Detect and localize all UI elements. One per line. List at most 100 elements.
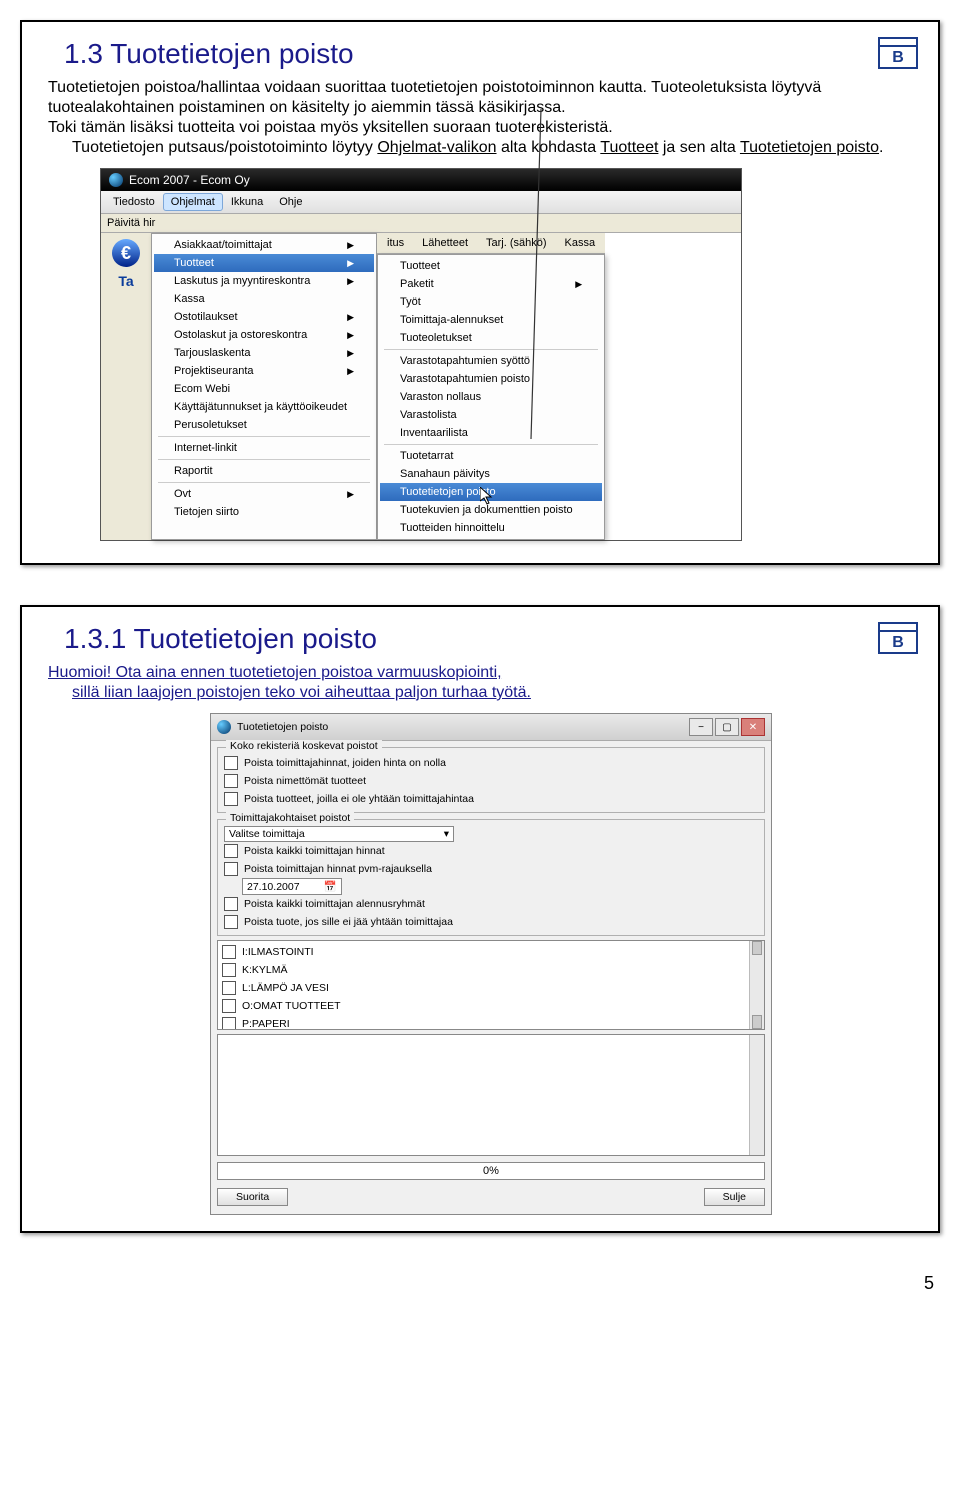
menu-item[interactable]: Ecom Webi: [154, 380, 374, 398]
submenu-item[interactable]: Tuotetarrat: [380, 447, 602, 465]
menu-separator: [158, 482, 370, 483]
submenu-item[interactable]: Inventaarilista: [380, 424, 602, 442]
calendar-icon: 📅: [324, 880, 337, 893]
menu-item[interactable]: Kassa: [154, 290, 374, 308]
scrollbar[interactable]: [749, 1035, 764, 1155]
pointer-line: [541, 109, 543, 439]
checkbox[interactable]: [222, 1017, 236, 1030]
minimize-button[interactable]: −: [689, 718, 713, 736]
checkbox-row[interactable]: Poista tuote, jos sille ei jää yhtään to…: [224, 913, 758, 931]
checkbox[interactable]: [224, 774, 238, 788]
slide2-title: 1.3.1 Tuotetietojen poisto: [64, 623, 377, 655]
window-buttons: − ▢ ✕: [689, 718, 765, 736]
menu-item[interactable]: Laskutus ja myyntireskontra▶: [154, 272, 374, 290]
svg-text:B: B: [892, 634, 904, 651]
list-item[interactable]: K:KYLMÄ: [222, 961, 760, 979]
checkbox[interactable]: [224, 862, 238, 876]
category-listbox[interactable]: I:ILMASTOINTI K:KYLMÄ L:LÄMPÖ JA VESI O:…: [217, 940, 765, 1030]
menu-item-tuotteet[interactable]: Tuotteet▶: [154, 254, 374, 272]
submenu-item[interactable]: Varaston nollaus: [380, 388, 602, 406]
warning-line2: sillä liian laajojen poistojen teko voi …: [72, 683, 912, 703]
checkbox-row[interactable]: Poista tuotteet, joilla ei ole yhtään to…: [224, 790, 758, 808]
checkbox[interactable]: [224, 844, 238, 858]
checkbox-row[interactable]: Poista toimittajan hinnat pvm-rajauksell…: [224, 860, 758, 878]
checkbox[interactable]: [224, 756, 238, 770]
checkbox[interactable]: [224, 915, 238, 929]
group-title: Toimittajakohtaiset poistot: [226, 812, 354, 824]
checkbox-row[interactable]: Poista kaikki toimittajan alennusryhmät: [224, 895, 758, 913]
submenu-item[interactable]: Varastotapahtumien syöttö: [380, 352, 602, 370]
list-item[interactable]: O:OMAT TUOTTEET: [222, 997, 760, 1015]
checkbox[interactable]: [222, 981, 236, 995]
slide2-header: 1.3.1 Tuotetietojen poisto B: [40, 619, 920, 663]
chevron-right-icon: ▶: [347, 330, 354, 341]
group-title: Koko rekisteriä koskevat poistot: [226, 740, 382, 752]
list-item[interactable]: L:LÄMPÖ JA VESI: [222, 979, 760, 997]
menu-separator: [158, 436, 370, 437]
menu-item[interactable]: Ostolaskut ja ostoreskontra▶: [154, 326, 374, 344]
warning-line1: Huomioi! Ota aina ennen tuotetietojen po…: [48, 663, 912, 683]
menu-ohje[interactable]: Ohje: [271, 193, 310, 211]
menu-item[interactable]: Raportit: [154, 462, 374, 480]
menu-item[interactable]: Ostotilaukset▶: [154, 308, 374, 326]
app-icon: [109, 173, 123, 187]
menu-item[interactable]: Tarjouslaskenta▶: [154, 344, 374, 362]
left-icons: € Ta: [101, 233, 151, 540]
scrollbar[interactable]: [749, 941, 764, 1029]
menu-item[interactable]: Asiakkaat/toimittajat▶: [154, 236, 374, 254]
list-item[interactable]: I:ILMASTOINTI: [222, 943, 760, 961]
menu-item[interactable]: Projektiseuranta▶: [154, 362, 374, 380]
combo-valitse-toimittaja[interactable]: Valitse toimittaja ▾: [224, 826, 454, 842]
book-icon: B: [876, 34, 920, 74]
run-button[interactable]: Suorita: [217, 1188, 288, 1206]
chevron-right-icon: ▶: [347, 258, 354, 269]
checkbox[interactable]: [224, 792, 238, 806]
checkbox-row[interactable]: Poista nimettömät tuotteet: [224, 772, 758, 790]
submenu-item[interactable]: Tuotteet: [380, 257, 602, 275]
submenu-item[interactable]: Tuoteoletukset: [380, 329, 602, 347]
menu-ikkuna[interactable]: Ikkuna: [223, 193, 271, 211]
checkbox-row[interactable]: Poista kaikki toimittajan hinnat: [224, 842, 758, 860]
checkbox[interactable]: [222, 963, 236, 977]
progress-bar: 0%: [217, 1162, 765, 1180]
tuotteet-submenu[interactable]: Tuotteet Paketit▶ Työt Toimittaja-alennu…: [377, 254, 605, 540]
menu-separator: [384, 349, 598, 350]
chevron-right-icon: ▶: [347, 366, 354, 377]
maximize-button[interactable]: ▢: [715, 718, 739, 736]
menu-ohjelmat[interactable]: Ohjelmat: [163, 193, 223, 211]
submenu-item[interactable]: Sanahaun päivitys: [380, 465, 602, 483]
close-dialog-button[interactable]: Sulje: [704, 1188, 765, 1206]
submenu-item[interactable]: Toimittaja-alennukset: [380, 311, 602, 329]
submenu-item[interactable]: Työt: [380, 293, 602, 311]
submenu-item[interactable]: Paketit▶: [380, 275, 602, 293]
background-tabs: itus Lähetteet Tarj. (sähkö) Kassa: [377, 233, 605, 254]
menu-item[interactable]: Ovt▶: [154, 485, 374, 503]
menu-item[interactable]: Internet-linkit: [154, 439, 374, 457]
chevron-right-icon: ▶: [347, 240, 354, 251]
date-input[interactable]: 27.10.2007 📅: [242, 878, 342, 895]
group-toimittajakohtaiset: Toimittajakohtaiset poistot Valitse toim…: [217, 819, 765, 936]
chevron-down-icon: ▾: [444, 828, 449, 840]
menu-item[interactable]: Käyttäjätunnukset ja käyttöoikeudet: [154, 398, 374, 416]
submenu-item[interactable]: Varastolista: [380, 406, 602, 424]
menubar[interactable]: Tiedosto Ohjelmat Ikkuna Ohje: [101, 191, 741, 214]
chevron-right-icon: ▶: [347, 276, 354, 287]
chevron-right-icon: ▶: [347, 312, 354, 323]
output-listbox[interactable]: [217, 1034, 765, 1156]
checkbox[interactable]: [222, 945, 236, 959]
submenu-item[interactable]: Tuotteiden hinnoittelu: [380, 519, 602, 537]
ohjelmat-dropdown[interactable]: Asiakkaat/toimittajat▶ Tuotteet▶ Laskutu…: [151, 233, 377, 540]
checkbox[interactable]: [222, 999, 236, 1013]
app-icon: [217, 720, 231, 734]
submenu-item-tuotetietojen-poisto[interactable]: Tuotetietojen poisto: [380, 483, 602, 501]
menu-item[interactable]: Perusoletukset: [154, 416, 374, 434]
menu-tiedosto[interactable]: Tiedosto: [105, 193, 163, 211]
checkbox-row[interactable]: Poista toimittajahinnat, joiden hinta on…: [224, 754, 758, 772]
close-button[interactable]: ✕: [741, 718, 765, 736]
list-item[interactable]: P:PAPERI: [222, 1015, 760, 1030]
menu-item[interactable]: Tietojen siirto: [154, 503, 374, 521]
toolbar-text: Päivitä hir: [107, 217, 155, 229]
slide1-title: 1.3 Tuotetietojen poisto: [64, 38, 354, 70]
submenu-item[interactable]: Varastotapahtumien poisto: [380, 370, 602, 388]
checkbox[interactable]: [224, 897, 238, 911]
